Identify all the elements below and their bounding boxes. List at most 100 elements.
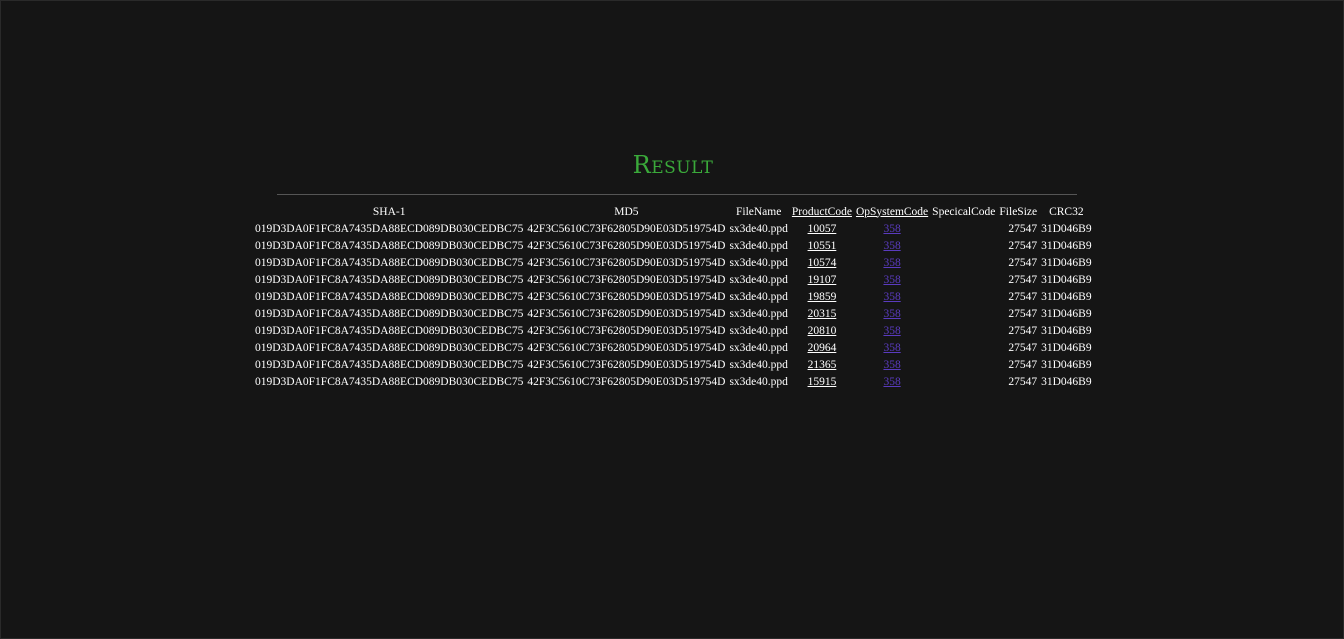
cell-sha1: 019D3DA0F1FC8A7435DA88ECD089DB030CEDBC75 bbox=[255, 239, 524, 252]
cell-crc32: 31D046B9 bbox=[1041, 273, 1092, 286]
cell-crc32: 31D046B9 bbox=[1041, 375, 1092, 388]
table-row: 019D3DA0F1FC8A7435DA88ECD089DB030CEDBC75… bbox=[254, 373, 1093, 390]
cell-md5: 42F3C5610C73F62805D90E03D519754D bbox=[527, 256, 726, 269]
opsystemcode-link[interactable]: 358 bbox=[883, 240, 900, 252]
cell-productcode: 21365 bbox=[791, 356, 853, 373]
cell-specialcode bbox=[931, 288, 996, 305]
cell-specialcode bbox=[931, 339, 996, 356]
cell-productcode: 20315 bbox=[791, 305, 853, 322]
cell-filename: sx3de40.ppd bbox=[729, 341, 788, 354]
cell-filesize: 27547 bbox=[1008, 307, 1038, 320]
header-opsystemcode: OpSystemCode bbox=[855, 203, 929, 220]
header-specialcode: SpecicalCode bbox=[932, 205, 996, 218]
cell-filesize: 27547 bbox=[1008, 256, 1038, 269]
cell-opsystemcode: 358 bbox=[855, 373, 929, 390]
header-row: SHA-1 MD5 FileName ProductCode OpSystemC… bbox=[254, 203, 1093, 220]
cell-md5: 42F3C5610C73F62805D90E03D519754D bbox=[527, 358, 726, 371]
cell-specialcode bbox=[931, 220, 996, 237]
opsystemcode-link[interactable]: 358 bbox=[883, 257, 900, 269]
cell-filesize: 27547 bbox=[1008, 358, 1038, 371]
cell-filename: sx3de40.ppd bbox=[729, 256, 788, 269]
table-row: 019D3DA0F1FC8A7435DA88ECD089DB030CEDBC75… bbox=[254, 220, 1093, 237]
opsystemcode-link[interactable]: 358 bbox=[883, 376, 900, 388]
cell-sha1: 019D3DA0F1FC8A7435DA88ECD089DB030CEDBC75 bbox=[255, 290, 524, 303]
header-crc32: CRC32 bbox=[1049, 205, 1084, 218]
cell-sha1: 019D3DA0F1FC8A7435DA88ECD089DB030CEDBC75 bbox=[255, 273, 524, 286]
table-row: 019D3DA0F1FC8A7435DA88ECD089DB030CEDBC75… bbox=[254, 339, 1093, 356]
opsystemcode-link[interactable]: 358 bbox=[883, 359, 900, 371]
cell-crc32: 31D046B9 bbox=[1041, 324, 1092, 337]
cell-md5: 42F3C5610C73F62805D90E03D519754D bbox=[527, 290, 726, 303]
cell-sha1: 019D3DA0F1FC8A7435DA88ECD089DB030CEDBC75 bbox=[255, 222, 524, 235]
productcode-link[interactable]: 10551 bbox=[808, 240, 837, 252]
opsystemcode-link[interactable]: 358 bbox=[883, 308, 900, 320]
cell-specialcode bbox=[931, 254, 996, 271]
productcode-link[interactable]: 21365 bbox=[808, 359, 837, 371]
opsystemcode-link[interactable]: 358 bbox=[883, 223, 900, 235]
cell-filename: sx3de40.ppd bbox=[729, 307, 788, 320]
cell-specialcode bbox=[931, 322, 996, 339]
cell-crc32: 31D046B9 bbox=[1041, 256, 1092, 269]
header-md5: MD5 bbox=[614, 205, 639, 218]
header-sha1: SHA-1 bbox=[372, 205, 406, 218]
cell-md5: 42F3C5610C73F62805D90E03D519754D bbox=[527, 341, 726, 354]
cell-md5: 42F3C5610C73F62805D90E03D519754D bbox=[527, 324, 726, 337]
table-row: 019D3DA0F1FC8A7435DA88ECD089DB030CEDBC75… bbox=[254, 305, 1093, 322]
cell-filename: sx3de40.ppd bbox=[729, 273, 788, 286]
productcode-link[interactable]: 15915 bbox=[808, 376, 837, 388]
page-title: Result bbox=[632, 151, 714, 179]
table-row: 019D3DA0F1FC8A7435DA88ECD089DB030CEDBC75… bbox=[254, 271, 1093, 288]
cell-md5: 42F3C5610C73F62805D90E03D519754D bbox=[527, 239, 726, 252]
cell-productcode: 19859 bbox=[791, 288, 853, 305]
cell-productcode: 10551 bbox=[791, 237, 853, 254]
cell-sha1: 019D3DA0F1FC8A7435DA88ECD089DB030CEDBC75 bbox=[255, 358, 524, 371]
cell-sha1: 019D3DA0F1FC8A7435DA88ECD089DB030CEDBC75 bbox=[255, 341, 524, 354]
cell-opsystemcode: 358 bbox=[855, 220, 929, 237]
cell-productcode: 19107 bbox=[791, 271, 853, 288]
cell-productcode: 20964 bbox=[791, 339, 853, 356]
cell-crc32: 31D046B9 bbox=[1041, 307, 1092, 320]
opsystemcode-link[interactable]: 358 bbox=[883, 291, 900, 303]
results-table: SHA-1 MD5 FileName ProductCode OpSystemC… bbox=[252, 203, 1095, 390]
cell-opsystemcode: 358 bbox=[855, 254, 929, 271]
header-productcode-link[interactable]: ProductCode bbox=[792, 206, 852, 218]
cell-opsystemcode: 358 bbox=[855, 339, 929, 356]
table-row: 019D3DA0F1FC8A7435DA88ECD089DB030CEDBC75… bbox=[254, 254, 1093, 271]
table-row: 019D3DA0F1FC8A7435DA88ECD089DB030CEDBC75… bbox=[254, 237, 1093, 254]
cell-md5: 42F3C5610C73F62805D90E03D519754D bbox=[527, 273, 726, 286]
results-table-body: 019D3DA0F1FC8A7435DA88ECD089DB030CEDBC75… bbox=[254, 220, 1093, 390]
cell-productcode: 10057 bbox=[791, 220, 853, 237]
cell-opsystemcode: 358 bbox=[855, 237, 929, 254]
productcode-link[interactable]: 20315 bbox=[808, 308, 837, 320]
cell-filesize: 27547 bbox=[1008, 290, 1038, 303]
cell-filesize: 27547 bbox=[1008, 222, 1038, 235]
productcode-link[interactable]: 10057 bbox=[808, 223, 837, 235]
title-divider bbox=[277, 194, 1077, 195]
cell-filename: sx3de40.ppd bbox=[729, 239, 788, 252]
cell-sha1: 019D3DA0F1FC8A7435DA88ECD089DB030CEDBC75 bbox=[255, 307, 524, 320]
opsystemcode-link[interactable]: 358 bbox=[883, 325, 900, 337]
cell-specialcode bbox=[931, 237, 996, 254]
opsystemcode-link[interactable]: 358 bbox=[883, 274, 900, 286]
cell-filename: sx3de40.ppd bbox=[729, 222, 788, 235]
cell-filename: sx3de40.ppd bbox=[729, 324, 788, 337]
page-frame: Result SHA-1 MD5 FileName ProductCode Op… bbox=[0, 0, 1344, 639]
cell-crc32: 31D046B9 bbox=[1041, 222, 1092, 235]
productcode-link[interactable]: 19107 bbox=[808, 274, 837, 286]
cell-sha1: 019D3DA0F1FC8A7435DA88ECD089DB030CEDBC75 bbox=[255, 324, 524, 337]
cell-filename: sx3de40.ppd bbox=[729, 290, 788, 303]
cell-productcode: 20810 bbox=[791, 322, 853, 339]
table-row: 019D3DA0F1FC8A7435DA88ECD089DB030CEDBC75… bbox=[254, 322, 1093, 339]
cell-filesize: 27547 bbox=[1008, 273, 1038, 286]
opsystemcode-link[interactable]: 358 bbox=[883, 342, 900, 354]
results-table-header: SHA-1 MD5 FileName ProductCode OpSystemC… bbox=[254, 203, 1093, 220]
productcode-link[interactable]: 19859 bbox=[808, 291, 837, 303]
productcode-link[interactable]: 20964 bbox=[808, 342, 837, 354]
header-opsystemcode-link[interactable]: OpSystemCode bbox=[856, 206, 928, 218]
cell-crc32: 31D046B9 bbox=[1041, 341, 1092, 354]
cell-specialcode bbox=[931, 373, 996, 390]
productcode-link[interactable]: 20810 bbox=[808, 325, 837, 337]
productcode-link[interactable]: 10574 bbox=[808, 257, 837, 269]
cell-filesize: 27547 bbox=[1008, 324, 1038, 337]
cell-opsystemcode: 358 bbox=[855, 322, 929, 339]
